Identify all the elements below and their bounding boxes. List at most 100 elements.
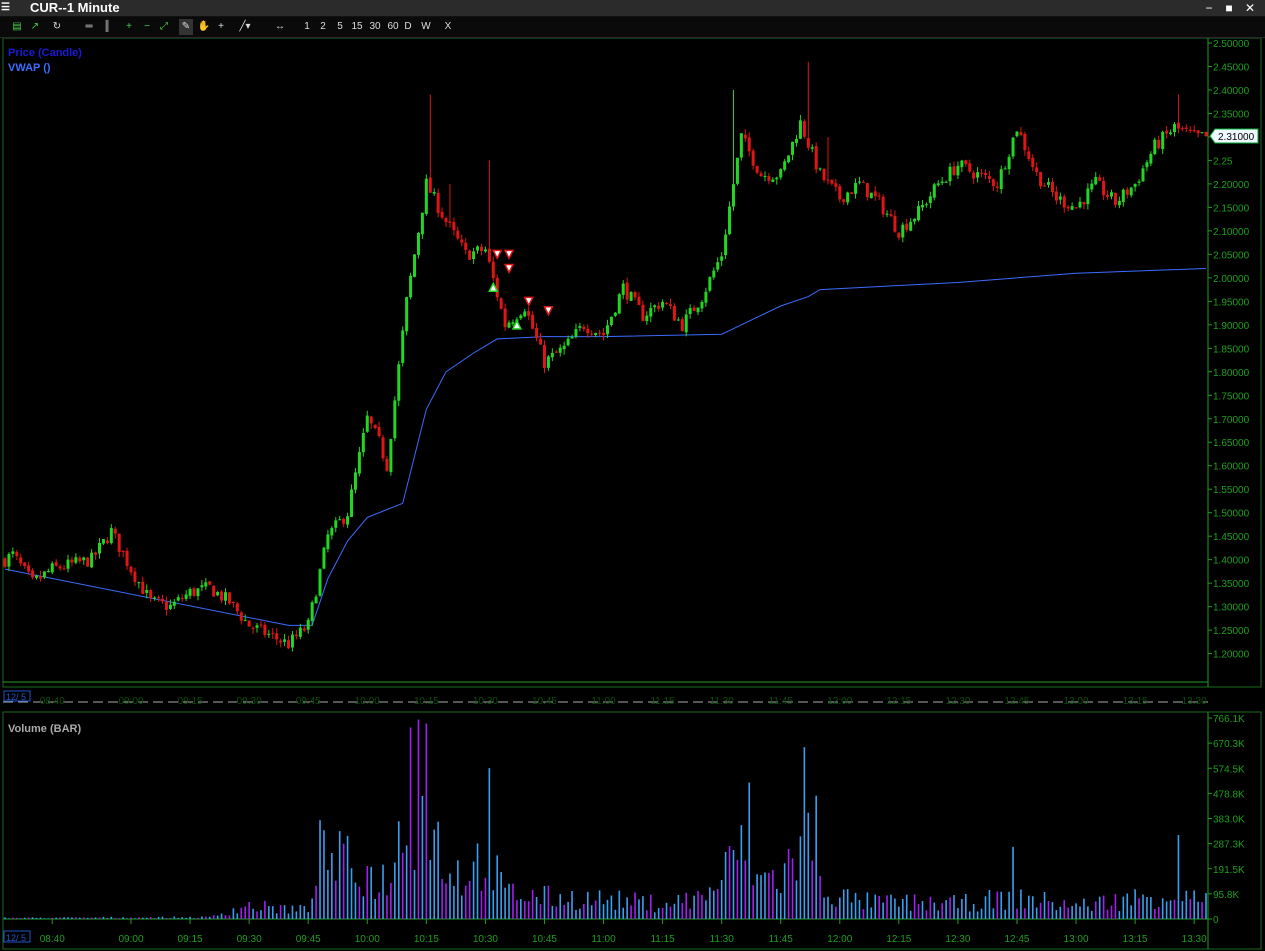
candle bbox=[342, 518, 346, 524]
volume-bar bbox=[571, 891, 573, 919]
volume-bar bbox=[677, 894, 680, 919]
volume-bar bbox=[649, 894, 652, 919]
time-tick-label: 10:45 bbox=[532, 934, 557, 945]
candle bbox=[964, 160, 968, 165]
volume-bar bbox=[854, 892, 857, 919]
candle bbox=[133, 571, 137, 582]
volume-bar bbox=[189, 916, 191, 919]
period-5-button[interactable]: 5 bbox=[335, 19, 345, 35]
scroll-arrows-icon[interactable]: ↔ bbox=[272, 19, 288, 35]
period-30-button[interactable]: 30 bbox=[368, 19, 382, 35]
volume-bar bbox=[366, 866, 369, 919]
zoom-in-icon[interactable]: + bbox=[122, 19, 136, 35]
volume-bar bbox=[807, 812, 810, 919]
refresh-icon[interactable]: ↻ bbox=[50, 19, 64, 35]
period-60-button[interactable]: 60 bbox=[386, 19, 400, 35]
candle bbox=[936, 183, 940, 186]
candle bbox=[775, 177, 779, 180]
close-icon[interactable]: ✕ bbox=[1242, 1, 1258, 15]
candle bbox=[1035, 167, 1039, 173]
volume-bar bbox=[216, 915, 219, 919]
fit-icon[interactable]: ⤢ bbox=[157, 19, 171, 35]
vertical-split-icon[interactable]: ║ bbox=[100, 19, 114, 35]
candle bbox=[661, 301, 665, 308]
candle bbox=[645, 315, 649, 322]
price-time-tick-label: 09:00 bbox=[118, 696, 143, 707]
volume-bar bbox=[378, 892, 380, 919]
candle bbox=[668, 304, 672, 306]
candle bbox=[78, 557, 82, 562]
price-tick-label: 2.50000 bbox=[1213, 39, 1250, 50]
time-tick-label: 09:30 bbox=[237, 934, 262, 945]
legend-price-candle: Price (Candle) bbox=[8, 47, 82, 59]
candle bbox=[275, 633, 279, 640]
candle bbox=[983, 173, 987, 176]
candle bbox=[161, 598, 165, 602]
volume-bar bbox=[937, 910, 940, 919]
candle bbox=[330, 527, 334, 536]
volume-bar bbox=[71, 917, 73, 919]
zoom-out-icon[interactable]: − bbox=[140, 19, 154, 35]
price-date-label: 12/ 5 bbox=[6, 692, 26, 702]
indicator-icon[interactable]: ↗ bbox=[28, 19, 42, 35]
toolbar-close-button[interactable]: X bbox=[442, 19, 454, 35]
price-tick-label: 1.50000 bbox=[1213, 509, 1250, 520]
volume-bar bbox=[429, 859, 432, 919]
volume-bar bbox=[417, 719, 420, 919]
volume-bar bbox=[724, 851, 727, 919]
candle bbox=[491, 261, 495, 279]
candle bbox=[759, 173, 763, 177]
maximize-icon[interactable]: ■ bbox=[1221, 1, 1237, 15]
trendline-icon[interactable]: ╱▾ bbox=[235, 19, 255, 35]
price-tick-label: 1.60000 bbox=[1213, 462, 1250, 473]
volume-bar bbox=[39, 917, 42, 919]
candle bbox=[1086, 188, 1090, 205]
candle bbox=[338, 519, 342, 521]
candle bbox=[472, 251, 476, 259]
price-tick-label: 2.35000 bbox=[1213, 109, 1250, 120]
volume-bar bbox=[953, 895, 955, 919]
x-axis-date-label: 12/ 5 bbox=[6, 933, 26, 943]
volume-bar bbox=[972, 903, 975, 919]
volume-bar bbox=[425, 723, 428, 919]
period-15-button[interactable]: 15 bbox=[350, 19, 364, 35]
price-tick-label: 1.55000 bbox=[1213, 485, 1250, 496]
candle bbox=[794, 139, 798, 143]
volume-bar bbox=[256, 911, 258, 919]
volume-bar bbox=[823, 897, 825, 919]
volume-bar bbox=[181, 917, 183, 919]
candle bbox=[369, 416, 373, 424]
volume-bar bbox=[890, 894, 892, 919]
volume-bar bbox=[622, 907, 625, 919]
chart-type-icon[interactable]: ▤ bbox=[10, 19, 24, 35]
crosshair-icon[interactable]: + bbox=[214, 19, 228, 35]
horizontal-split-icon[interactable]: ═ bbox=[82, 19, 96, 35]
pan-hand-icon[interactable]: ✋ bbox=[197, 19, 211, 35]
volume-bar bbox=[1185, 890, 1188, 919]
period-1-button[interactable]: 1 bbox=[302, 19, 312, 35]
volume-bar bbox=[390, 882, 392, 919]
volume-bar bbox=[208, 916, 211, 919]
volume-bar bbox=[586, 891, 589, 919]
draw-icon[interactable]: ✎ bbox=[179, 19, 193, 35]
candle bbox=[1117, 200, 1121, 206]
candle bbox=[1153, 139, 1157, 155]
candle bbox=[676, 319, 680, 321]
volume-bar bbox=[709, 887, 711, 919]
volume-bar bbox=[768, 873, 770, 919]
volume-bar bbox=[441, 878, 443, 919]
time-tick-label: 13:15 bbox=[1123, 934, 1148, 945]
candle bbox=[928, 196, 932, 203]
volume-bar bbox=[913, 894, 916, 919]
period-2-button[interactable]: 2 bbox=[318, 19, 328, 35]
candle bbox=[531, 314, 535, 329]
period-day-button[interactable]: D bbox=[403, 19, 413, 35]
period-week-button[interactable]: W bbox=[420, 19, 432, 35]
candle bbox=[1058, 196, 1062, 200]
minimize-icon[interactable]: − bbox=[1201, 1, 1217, 15]
candle bbox=[263, 624, 267, 636]
candle bbox=[932, 184, 936, 198]
volume-tick-label: 95.8K bbox=[1213, 890, 1239, 901]
candle bbox=[818, 168, 822, 170]
candle bbox=[46, 571, 50, 573]
